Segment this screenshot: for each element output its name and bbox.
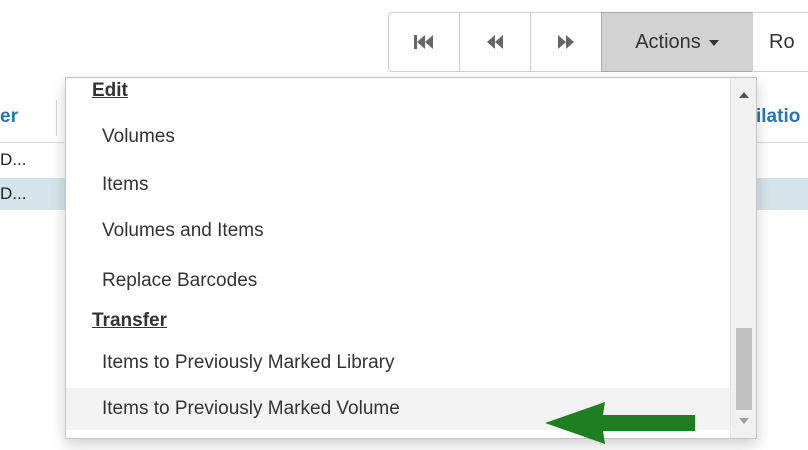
- first-page-button[interactable]: [388, 12, 460, 72]
- previous-page-button[interactable]: [459, 12, 531, 72]
- caret-down-icon: [708, 40, 719, 46]
- table-row[interactable]: D...: [0, 144, 64, 176]
- actions-label: Actions: [635, 30, 701, 53]
- pagination-toolbar: Actions Ro: [388, 12, 808, 72]
- grid-column-header-right-label: ilatio: [756, 106, 801, 127]
- grid-column-header-right[interactable]: ilatio: [756, 94, 808, 143]
- grid-column-header-left[interactable]: er: [0, 94, 64, 143]
- menu-item-edit-items[interactable]: Items: [66, 164, 730, 206]
- actions-dropdown-menu: Edit Volumes Items Volumes and Items Rep…: [65, 77, 757, 439]
- menu-section-header-edit: Edit: [92, 80, 128, 101]
- menu-item-edit-volumes-and-items[interactable]: Volumes and Items: [66, 210, 730, 252]
- grid-column-header-left-label: er: [0, 106, 18, 127]
- table-cell: D...: [0, 184, 27, 203]
- actions-dropdown-button[interactable]: Actions: [601, 12, 753, 72]
- scroll-up-arrow-icon[interactable]: [739, 92, 749, 98]
- first-page-icon: [414, 35, 433, 49]
- previous-page-icon: [487, 35, 503, 49]
- next-page-icon: [558, 35, 574, 49]
- menu-item-edit-replace-barcodes[interactable]: Replace Barcodes: [66, 260, 730, 302]
- toolbar-next-button-partial[interactable]: Ro: [752, 12, 808, 72]
- page: Actions Ro er ilatio D... D... Edit Volu…: [0, 0, 808, 450]
- menu-scrollbar[interactable]: [730, 78, 756, 438]
- actions-menu-list: Edit Volumes Items Volumes and Items Rep…: [66, 78, 730, 438]
- toolbar-next-button-label: Ro: [769, 30, 795, 53]
- table-cell: D...: [0, 150, 27, 169]
- green-arrow-left-icon: [545, 402, 695, 444]
- scroll-down-arrow-icon[interactable]: [739, 418, 749, 424]
- menu-item-transfer-items-to-library[interactable]: Items to Previously Marked Library: [66, 342, 730, 384]
- next-page-button[interactable]: [530, 12, 602, 72]
- menu-item-edit-volumes[interactable]: Volumes: [66, 116, 730, 158]
- grid-column-separator: [56, 100, 57, 136]
- menu-section-header-transfer: Transfer: [92, 310, 167, 331]
- scrollbar-thumb[interactable]: [736, 328, 752, 410]
